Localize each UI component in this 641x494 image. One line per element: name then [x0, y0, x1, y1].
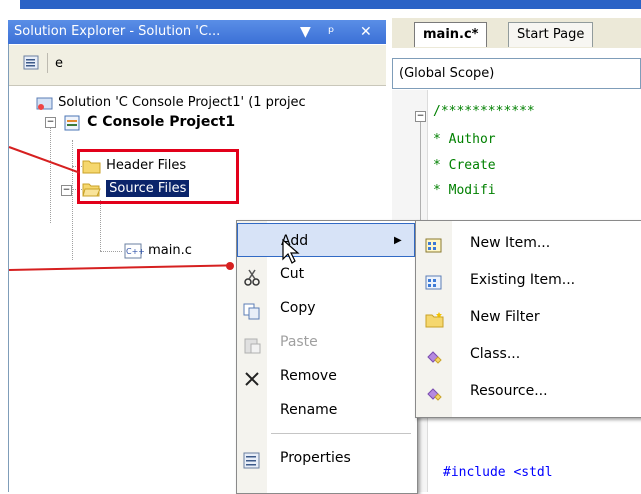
toolbar-separator — [47, 53, 48, 73]
collapse-project-icon[interactable]: − — [45, 117, 56, 128]
existing-item-icon — [425, 271, 443, 290]
menu-item-properties[interactable]: Properties — [237, 441, 415, 475]
menu-item-label: Properties — [280, 450, 351, 466]
mouse-cursor-icon — [282, 239, 300, 264]
menu-item-label: Class... — [470, 346, 521, 362]
solution-explorer-title: Solution Explorer - Solution 'C... — [14, 24, 221, 39]
tab-main-c[interactable]: main.c* — [414, 22, 488, 47]
solution-icon — [36, 97, 53, 110]
resource-icon — [425, 382, 443, 401]
solution-explorer-titlebar: Solution Explorer - Solution 'C... ▼ ᵖ ✕ — [8, 20, 386, 44]
menu-item-label: Paste — [280, 334, 318, 350]
cpp-file-icon: C++ — [124, 243, 145, 258]
solution-explorer-toolbar: e — [9, 45, 386, 86]
autohide-pin-icon[interactable]: ᵖ — [328, 20, 334, 44]
tree-label: C Console Project1 — [87, 114, 236, 130]
code-line: * Modifi — [433, 183, 496, 198]
menu-item-remove[interactable]: Remove — [237, 359, 415, 393]
code-line: #include <stdl — [443, 465, 553, 480]
collapse-source-files-icon[interactable]: − — [61, 185, 72, 196]
properties-toolbar-icon[interactable] — [23, 55, 41, 71]
menu-item-cut[interactable]: Cut — [237, 257, 415, 291]
submenu-item-class[interactable]: Class... — [416, 337, 640, 371]
top-strip — [0, 0, 641, 9]
context-menu: Add ▶ Cut Copy Paste Remove Rename Prope… — [236, 220, 418, 494]
menu-item-rename[interactable]: Rename — [237, 393, 415, 427]
new-item-icon — [425, 234, 443, 253]
window-position-dropdown-icon[interactable]: ▼ — [300, 20, 311, 44]
scissors-icon — [243, 265, 261, 286]
menu-separator — [271, 433, 411, 434]
submenu-item-resource[interactable]: Resource... — [416, 374, 640, 408]
code-line: /************ — [433, 104, 535, 119]
annotation-highlight-box — [77, 149, 239, 204]
submenu-item-existing-item[interactable]: Existing Item... — [416, 263, 640, 297]
menu-item-add[interactable]: Add ▶ — [237, 223, 415, 257]
add-submenu: New Item... Existing Item... New Filter … — [415, 220, 641, 418]
paste-icon — [243, 333, 261, 354]
menu-item-label: Rename — [280, 402, 338, 418]
class-icon — [425, 345, 443, 364]
menu-item-paste[interactable]: Paste — [237, 325, 415, 359]
toolbar-partial-label: e — [55, 56, 63, 71]
annotation-dot — [226, 262, 234, 270]
menu-item-label: Resource... — [470, 383, 548, 399]
menu-item-label: New Item... — [470, 235, 551, 251]
menu-item-label: Remove — [280, 368, 337, 384]
tree-label: Solution 'C Console Project1' (1 projec — [58, 95, 306, 110]
code-line: * Author — [433, 132, 496, 147]
tree-item-project[interactable]: C Console Project1 — [63, 112, 235, 132]
tree-item-main-c[interactable]: C++ main.c — [124, 241, 192, 261]
submenu-item-new-filter[interactable]: New Filter — [416, 300, 640, 334]
collapse-comment-icon[interactable]: − — [415, 111, 426, 122]
copy-icon — [243, 299, 261, 320]
menu-item-label: Existing Item... — [470, 272, 576, 288]
scope-dropdown[interactable]: (Global Scope) — [392, 58, 641, 89]
submenu-arrow-icon: ▶ — [394, 235, 402, 246]
tree-label: main.c — [148, 243, 192, 258]
svg-text:C++: C++ — [126, 247, 144, 256]
tab-start-page[interactable]: Start Page — [508, 22, 594, 47]
submenu-item-new-item[interactable]: New Item... — [416, 226, 640, 260]
tree-item-solution[interactable]: Solution 'C Console Project1' (1 projec — [36, 93, 306, 113]
x-icon — [243, 367, 261, 386]
code-line: * Create — [433, 158, 496, 173]
menu-item-label: New Filter — [470, 309, 540, 325]
project-icon — [64, 115, 80, 130]
folder-icon — [425, 308, 444, 328]
outline-line — [420, 122, 421, 232]
properties-icon — [243, 449, 261, 469]
menu-item-label: Copy — [280, 300, 316, 316]
close-icon[interactable]: ✕ — [360, 20, 372, 44]
menu-item-copy[interactable]: Copy — [237, 291, 415, 325]
